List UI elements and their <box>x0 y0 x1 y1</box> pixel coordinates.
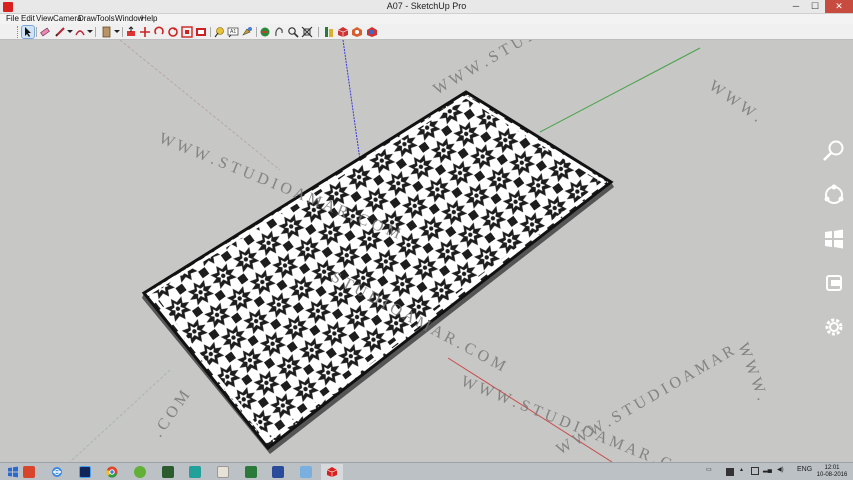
islamic-lattice-pattern <box>144 92 611 448</box>
svg-text:W W W .: W W W . <box>734 341 770 403</box>
window-title: A07 - SketchUp Pro <box>386 1 467 11</box>
tray-volume-icon[interactable]: ◀) <box>777 466 784 473</box>
scale-icon[interactable] <box>167 26 179 38</box>
excel-icon[interactable] <box>212 464 234 480</box>
tray-desktop-label: ▭ <box>706 467 712 473</box>
extension-manager-icon[interactable] <box>351 26 363 38</box>
orbit-icon[interactable] <box>241 26 253 38</box>
settings-charm-icon[interactable] <box>821 314 847 340</box>
arc-icon[interactable] <box>74 26 86 38</box>
photoshop-icon[interactable] <box>74 464 96 480</box>
menu-view[interactable]: View <box>36 14 53 24</box>
tape-measure-icon[interactable] <box>195 26 207 38</box>
chrome-icon[interactable] <box>101 464 123 480</box>
title-bar: A07 - SketchUp Pro ─ ☐ ✕ <box>0 0 853 14</box>
move-icon[interactable] <box>139 26 151 38</box>
blue-axis-dotted <box>342 40 361 161</box>
arc-dropdown-icon[interactable] <box>87 30 93 33</box>
media-icon[interactable] <box>184 464 206 480</box>
zoom-icon[interactable] <box>273 26 285 38</box>
green-axis <box>539 47 701 133</box>
menu-edit[interactable]: Edit <box>21 14 35 24</box>
menu-tools[interactable]: Tools <box>96 14 115 24</box>
remote-desktop-icon[interactable] <box>267 464 289 480</box>
svg-text:W W W . S T U D I O A M A R: W W W . S T U D I O A M A R <box>431 40 615 98</box>
tray-up-arrow-icon[interactable]: ▴ <box>740 466 743 473</box>
search-charm-icon[interactable] <box>821 138 847 164</box>
windows-taskbar: ▭ ▴ ▂▄ ◀) ENG 12:01 10-08-2016 <box>0 462 853 480</box>
tray-language[interactable]: ENG <box>797 466 812 473</box>
extension-warehouse-icon[interactable] <box>323 26 335 38</box>
menu-help[interactable]: Help <box>141 14 157 24</box>
tray-battery-icon[interactable] <box>751 467 759 475</box>
svg-text:W W W .: W W W . <box>706 77 765 125</box>
offset-icon[interactable] <box>181 26 193 38</box>
model-scene: W W W . S T U D I O A M A R . C O M W W … <box>69 40 771 462</box>
push-pull-icon[interactable] <box>125 26 137 38</box>
svg-text:A1: A1 <box>230 29 236 35</box>
sketchup-pro-icon[interactable] <box>157 464 179 480</box>
line-dropdown-icon[interactable] <box>67 30 73 33</box>
svg-text:. C O M: . C O M <box>149 388 193 441</box>
file-manager-icon[interactable] <box>18 464 40 480</box>
pencil-line-icon[interactable] <box>54 26 66 38</box>
sketchup-icon[interactable] <box>321 464 343 480</box>
text-icon[interactable] <box>213 26 225 38</box>
utorrent-icon[interactable] <box>129 464 151 480</box>
share-charm-icon[interactable] <box>821 182 847 208</box>
rotate-icon[interactable] <box>153 26 165 38</box>
svg-text:W W W . S T U D I O A M A R: W W W . S T U D I O A M A R <box>554 342 738 458</box>
start-charm-icon[interactable] <box>821 226 847 252</box>
rectangle-icon[interactable] <box>101 26 113 38</box>
menu-window[interactable]: Window <box>115 14 143 24</box>
select-arrow-icon[interactable] <box>21 25 35 39</box>
eraser-icon[interactable] <box>39 26 51 38</box>
clock-time: 12:01 <box>824 465 840 471</box>
pan-icon[interactable] <box>259 26 271 38</box>
menu-bar: File Edit View Camera Draw Tools Window … <box>0 14 853 24</box>
layout-icon[interactable] <box>337 26 349 38</box>
minimize-button[interactable]: ─ <box>787 0 805 13</box>
clock-date: 10-08-2016 <box>816 472 848 478</box>
internet-explorer-icon[interactable] <box>46 464 68 480</box>
extension-store-icon[interactable] <box>366 26 378 38</box>
getting-started-toolbar: A1 <box>0 24 853 40</box>
charms-bar <box>813 40 853 462</box>
menu-draw[interactable]: Draw <box>78 14 97 24</box>
system-clock[interactable]: 12:01 10-08-2016 <box>815 465 849 479</box>
shapes-dropdown-icon[interactable] <box>114 30 120 33</box>
zoom-extents-icon[interactable] <box>287 26 299 38</box>
remote-desktop-2-icon[interactable] <box>295 464 317 480</box>
close-button[interactable]: ✕ <box>825 0 853 13</box>
maximize-button[interactable]: ☐ <box>806 0 824 13</box>
devices-charm-icon[interactable] <box>821 270 847 296</box>
menu-file[interactable]: File <box>6 14 19 24</box>
paint-bucket-icon[interactable]: A1 <box>227 26 239 38</box>
tray-keyboard-icon[interactable] <box>726 468 734 476</box>
drawing-viewport[interactable]: W W W . S T U D I O A M A R . C O M W W … <box>0 40 853 462</box>
green-axis-dotted <box>69 369 171 462</box>
tray-network-icon[interactable]: ▂▄ <box>763 466 772 473</box>
warehouse-icon[interactable] <box>301 26 313 38</box>
toolbar-grip[interactable] <box>17 26 20 38</box>
folder-icon[interactable] <box>240 464 262 480</box>
